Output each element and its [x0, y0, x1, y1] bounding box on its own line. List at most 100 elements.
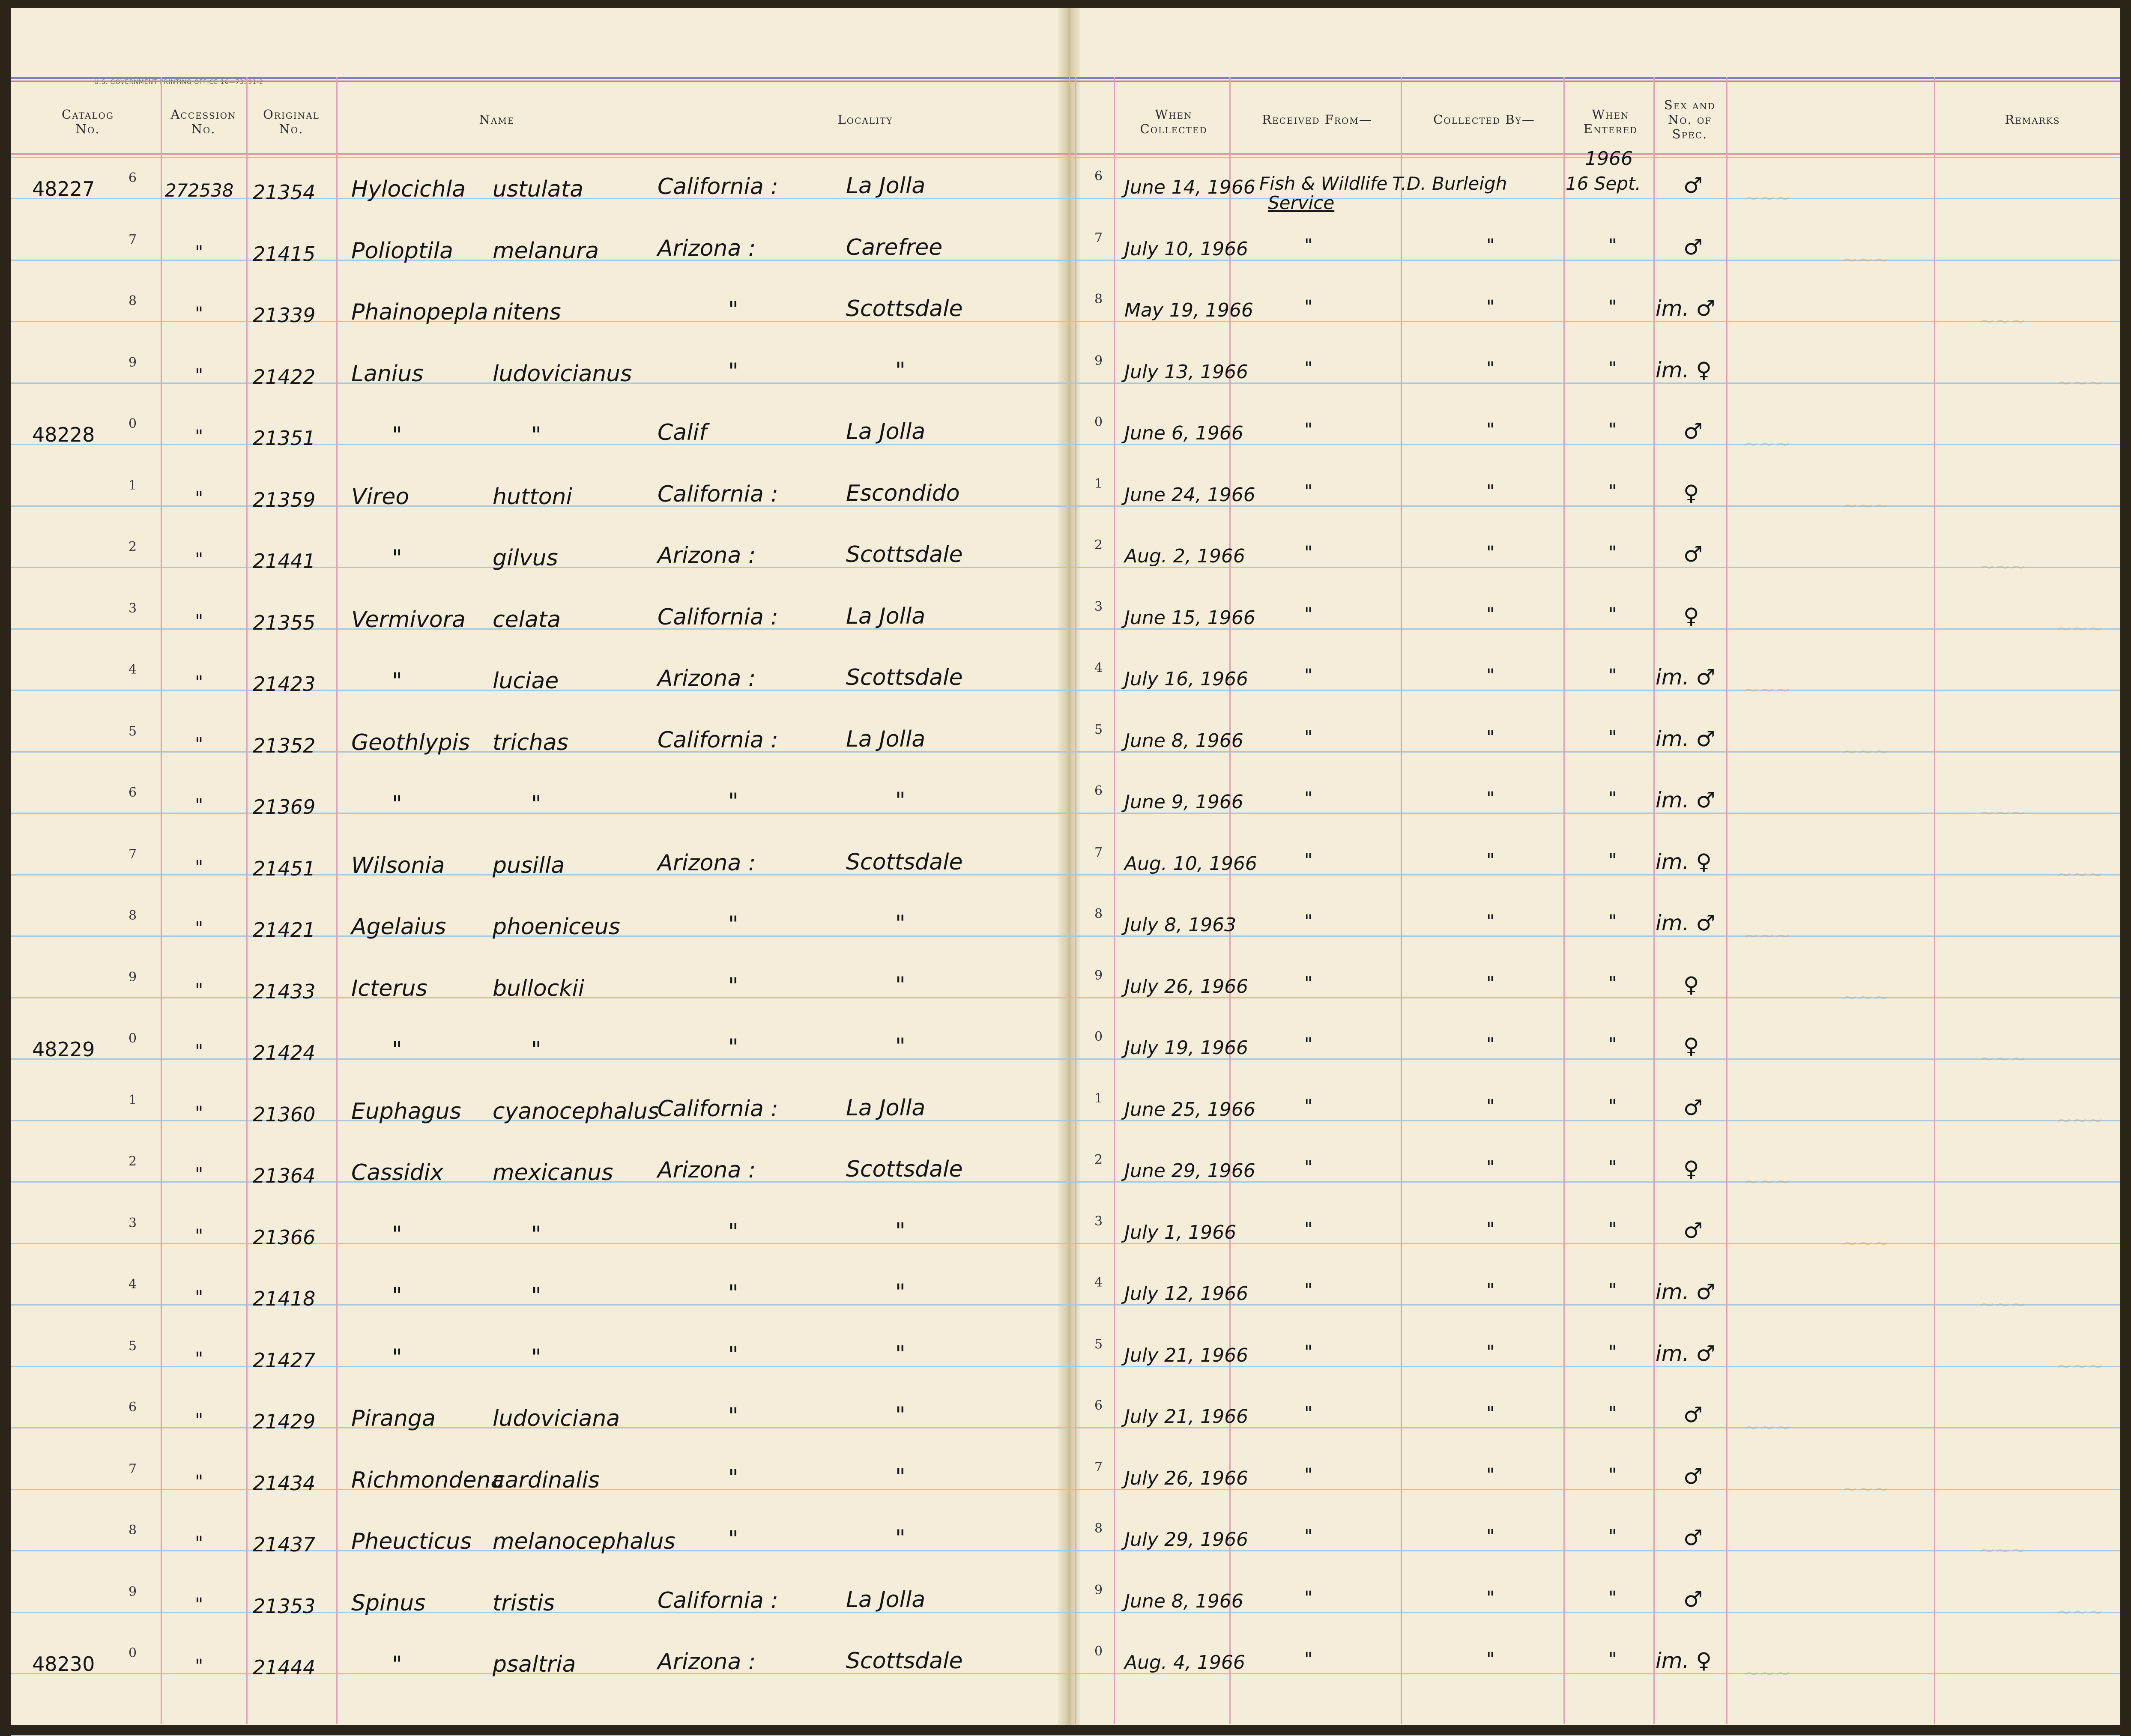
genus: Cassidix	[351, 1160, 444, 1186]
species: trichas	[493, 729, 568, 756]
date-collected: July 8, 1963	[1124, 914, 1237, 936]
accession-number: "	[195, 1655, 203, 1676]
right-row-digit: 4	[1094, 660, 1103, 675]
genus: "	[392, 1221, 402, 1247]
collected-by: "	[1486, 480, 1495, 502]
when-entered: "	[1608, 726, 1617, 747]
state: Arizona :	[658, 235, 756, 261]
sex-of-specimen: ♂	[1683, 1587, 1703, 1612]
received-from: "	[1304, 849, 1313, 870]
date-collected: July 26, 1966	[1124, 975, 1249, 998]
received-from: "	[1304, 1034, 1313, 1055]
column-header-line: Entered	[1583, 122, 1638, 136]
sex-of-specimen: ♂	[1683, 1525, 1703, 1550]
table-row: 1 " 21359 Vireo huttoni California : Escondido…	[0, 476, 2131, 538]
collected-by: "	[1486, 1279, 1495, 1300]
right-row-digit: 4	[1094, 1275, 1103, 1290]
received-from: "	[1304, 665, 1313, 686]
column-header-catalog: Catalog No.	[17, 107, 158, 136]
locality-place: La Jolla	[846, 419, 926, 445]
table-row: 7 " 21415 Polioptila melanura Arizona : Carefr…	[0, 230, 2131, 292]
column-header-line: Name	[479, 112, 515, 127]
original-number: 21424	[253, 1041, 316, 1064]
column-header-line: When	[1155, 107, 1193, 122]
column-header-when_collected: When Collected	[1118, 107, 1229, 136]
species: psaltria	[493, 1652, 576, 1677]
genus: Vireo	[351, 484, 409, 510]
locality-place: "	[895, 1525, 906, 1551]
state: Arizona :	[658, 666, 756, 691]
locality-place: Scottsdale	[846, 849, 963, 875]
right-row-digit: 6	[1094, 783, 1103, 798]
genus: "	[392, 1283, 402, 1309]
species: ludovicianus	[493, 361, 632, 387]
received-from: "	[1304, 1341, 1313, 1362]
received-from: "	[1304, 726, 1313, 747]
received-from: "	[1304, 1402, 1313, 1423]
when-entered: "	[1608, 419, 1617, 440]
column-header-line: No.	[75, 122, 100, 136]
catalog-digit: 6	[129, 785, 137, 800]
species: "	[531, 1283, 541, 1309]
sex-of-specimen: im. ♂	[1656, 726, 1716, 751]
original-number: 21366	[253, 1225, 316, 1249]
column-header-remarks: Remarks	[1940, 112, 2125, 127]
accession-number: "	[195, 1286, 203, 1307]
column-header-line: When	[1592, 107, 1629, 122]
accession-number: "	[195, 549, 203, 570]
table-row: 8 " 21339 Phainopepla nitens " Scottsdale 8 May …	[0, 292, 2131, 353]
locality-place: "	[895, 1034, 906, 1059]
column-header-collected_by: Collected By—	[1405, 112, 1563, 127]
collected-by: "	[1486, 234, 1495, 256]
original-number: 21421	[253, 918, 316, 941]
date-collected: June 29, 1966	[1124, 1160, 1255, 1182]
original-number: 21352	[253, 734, 316, 757]
collected-by: "	[1486, 1095, 1495, 1116]
original-number: 21418	[253, 1287, 316, 1310]
when-entered: "	[1608, 480, 1617, 502]
genus: "	[392, 1037, 402, 1063]
right-row-digit: 0	[1094, 415, 1103, 430]
state: "	[728, 1219, 738, 1245]
catalog-digit: 5	[129, 1338, 137, 1354]
table-row: 4 " 21418 " " " " 4 July 12, 1966 " " " im. ♂	[0, 1275, 2131, 1337]
original-number: 21441	[253, 550, 316, 573]
genus: "	[392, 422, 402, 448]
genus: Icterus	[351, 975, 427, 1001]
genus: "	[392, 791, 402, 817]
date-collected: July 26, 1966	[1124, 1467, 1249, 1489]
received-from: "	[1304, 972, 1313, 993]
collected-by: "	[1486, 357, 1495, 379]
table-row: 2 " 21364 Cassidix mexicanus Arizona : Scottsd…	[0, 1152, 2131, 1214]
original-number: 21415	[253, 242, 316, 266]
accession-number: "	[195, 917, 203, 938]
accession-number: "	[195, 1348, 203, 1369]
table-row: 9 " 21353 Spinus tristis California : La Jolla…	[0, 1583, 2131, 1644]
when-entered: "	[1608, 1034, 1617, 1055]
catalog-digit: 8	[129, 908, 137, 923]
right-row-digit: 1	[1094, 1091, 1103, 1106]
table-row: 48227 6 272538 21354 Hylocichla ustulata Calif…	[0, 169, 2131, 230]
catalog-number: 48227	[32, 177, 95, 200]
original-number: 21427	[253, 1348, 316, 1372]
state: "	[728, 1403, 738, 1429]
state: Arizona :	[658, 1649, 756, 1675]
collected-by: "	[1486, 849, 1495, 870]
catalog-digit: 3	[129, 1215, 137, 1231]
sex-of-specimen: ♂	[1683, 1464, 1703, 1489]
table-row: 9 " 21422 Lanius ludovicianus " " 9 July 13, 196…	[0, 353, 2131, 415]
locality-place: Scottsdale	[846, 542, 963, 568]
sex-of-specimen: ♀	[1683, 1034, 1699, 1058]
sex-of-specimen: ♂	[1683, 173, 1703, 198]
header-rule-purple	[11, 81, 2120, 82]
table-row: 7 " 21451 Wilsonia pusilla Arizona : Scottsdal…	[0, 845, 2131, 907]
locality-place: "	[895, 357, 906, 383]
date-collected: July 19, 1966	[1124, 1037, 1249, 1059]
species: ustulata	[493, 176, 583, 202]
when-entered: "	[1608, 1279, 1617, 1300]
accession-number: "	[195, 303, 203, 324]
locality-place: La Jolla	[846, 1095, 926, 1121]
locality-place: "	[895, 788, 906, 813]
column-header-line: No. of	[1668, 112, 1712, 127]
original-number: 21451	[253, 857, 316, 880]
